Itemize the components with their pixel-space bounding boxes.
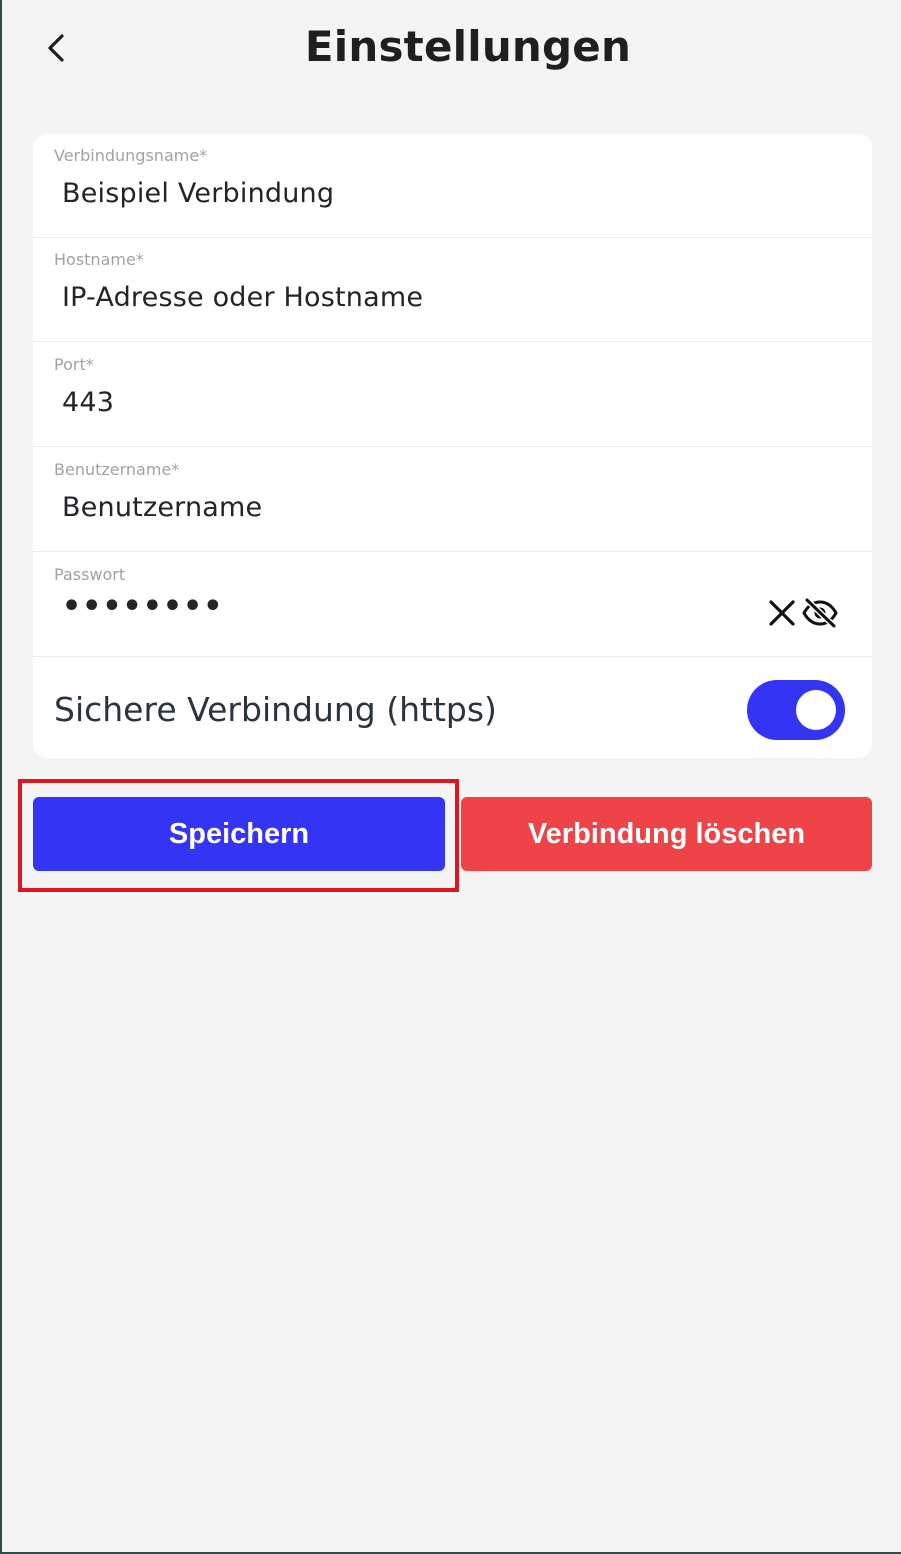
connection-name-field[interactable]: Verbindungsname* Beispiel Verbindung bbox=[33, 134, 872, 238]
eye-off-icon bbox=[801, 597, 839, 633]
password-label: Passwort bbox=[54, 565, 126, 584]
hostname-input[interactable]: IP-Adresse oder Hostname bbox=[62, 282, 423, 313]
connection-form-card: Verbindungsname* Beispiel Verbindung Hos… bbox=[33, 134, 872, 758]
port-label: Port* bbox=[54, 355, 94, 374]
password-actions bbox=[764, 597, 838, 633]
username-input[interactable]: Benutzername bbox=[62, 492, 262, 523]
page-title: Einstellungen bbox=[304, 22, 632, 71]
port-field[interactable]: Port* 443 bbox=[33, 343, 872, 447]
port-input[interactable]: 443 bbox=[62, 387, 114, 418]
header: Einstellungen bbox=[2, 0, 901, 110]
connection-name-input[interactable]: Beispiel Verbindung bbox=[62, 178, 334, 209]
password-field[interactable]: Passwort •••••••• bbox=[33, 553, 872, 657]
toggle-password-visibility-button[interactable] bbox=[802, 597, 838, 633]
username-field[interactable]: Benutzername* Benutzername bbox=[33, 448, 872, 552]
close-icon bbox=[768, 599, 796, 631]
clear-password-button[interactable] bbox=[764, 597, 800, 633]
password-input[interactable]: •••••••• bbox=[62, 589, 223, 624]
delete-connection-button[interactable]: Verbindung löschen bbox=[461, 797, 872, 871]
toggle-knob bbox=[796, 690, 836, 730]
secure-connection-row: Sichere Verbindung (https) bbox=[33, 658, 872, 758]
connection-name-label: Verbindungsname* bbox=[54, 146, 208, 165]
hostname-label: Hostname* bbox=[54, 250, 144, 269]
secure-connection-toggle[interactable] bbox=[747, 680, 845, 740]
hostname-field[interactable]: Hostname* IP-Adresse oder Hostname bbox=[33, 238, 872, 342]
secure-connection-label: Sichere Verbindung (https) bbox=[54, 690, 497, 729]
username-label: Benutzername* bbox=[54, 460, 180, 479]
save-button[interactable]: Speichern bbox=[33, 797, 445, 871]
